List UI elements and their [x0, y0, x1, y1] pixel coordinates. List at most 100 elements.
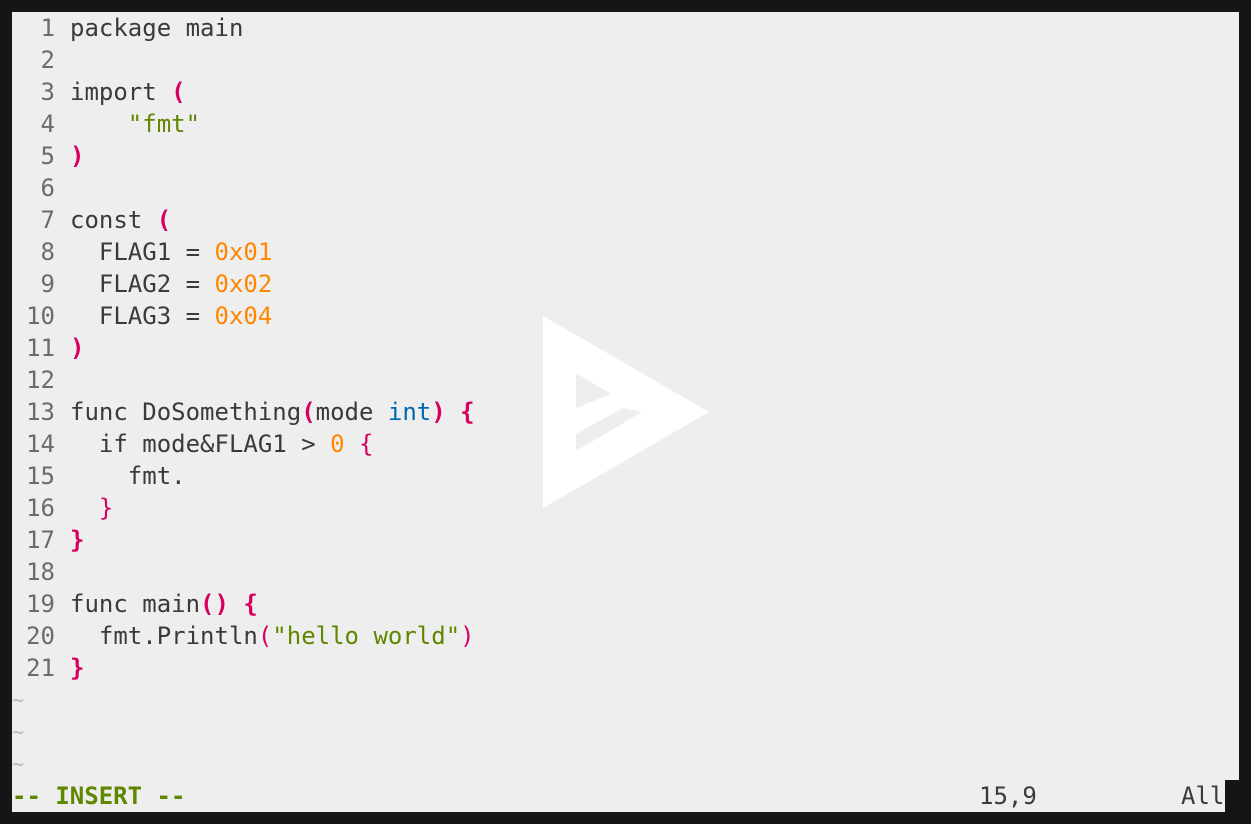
code-token: func main: [70, 590, 201, 618]
line-number: 10: [26, 302, 55, 330]
code-token: (: [257, 622, 273, 650]
code-line[interactable]: 3 import (: [12, 76, 1239, 108]
line-code[interactable]: const (: [70, 206, 171, 234]
code-line[interactable]: 20 fmt.Println("hello world"): [12, 620, 1239, 652]
code-line[interactable]: 9 FLAG2 = 0x02: [12, 268, 1239, 300]
line-code[interactable]: FLAG1 = 0x01: [70, 238, 272, 266]
line-code[interactable]: package main: [70, 14, 243, 42]
code-token: (): [200, 590, 229, 618]
line-number: 21: [26, 654, 55, 682]
line-number: 9: [40, 270, 55, 298]
line-code[interactable]: FLAG3 = 0x04: [70, 302, 272, 330]
line-number: 5: [40, 142, 55, 170]
line-number: 16: [26, 494, 55, 522]
code-line[interactable]: 18: [12, 556, 1239, 588]
code-token: fmt.: [70, 462, 186, 490]
line-number: 17: [26, 526, 55, 554]
line-number: 11: [26, 334, 55, 362]
code-line[interactable]: 5): [12, 140, 1239, 172]
code-line[interactable]: 8 FLAG1 = 0x01: [12, 236, 1239, 268]
line-code[interactable]: }: [70, 526, 84, 554]
code-token: FLAG2 =: [70, 270, 215, 298]
line-number: 4: [40, 110, 55, 138]
cursor-position: 15,9: [979, 782, 1037, 810]
line-code[interactable]: FLAG2 = 0x02: [70, 270, 272, 298]
line-code[interactable]: ): [70, 334, 84, 362]
line-number: 1: [40, 14, 55, 42]
code-token: ): [70, 334, 85, 362]
code-line[interactable]: 7 const (: [12, 204, 1239, 236]
status-line: -- INSERT -- 15,9 All: [12, 780, 1239, 812]
code-line[interactable]: 21}: [12, 652, 1239, 684]
terminal-cursor: [1225, 780, 1239, 812]
line-number: 6: [40, 174, 55, 202]
line-code[interactable]: import (: [70, 78, 186, 106]
code-line[interactable]: 19 func main() {: [12, 588, 1239, 620]
code-token: 0x01: [214, 238, 273, 266]
line-number: 8: [40, 238, 55, 266]
code-token: (: [171, 78, 186, 106]
code-token: import: [70, 78, 172, 106]
code-token: "fmt": [127, 110, 201, 138]
line-code[interactable]: func DoSomething(mode int) {: [70, 398, 475, 426]
code-token: {: [460, 398, 475, 426]
code-token: if mode&FLAG1 >: [70, 430, 331, 458]
terminal-window: 1 package main 2 3 import (4 "fmt" 5) 6 7 const …: [12, 12, 1239, 812]
code-token: (: [156, 206, 172, 234]
code-token: }: [70, 654, 85, 682]
line-number: 13: [26, 398, 55, 426]
code-line[interactable]: 1 package main: [12, 12, 1239, 44]
code-token: 0x02: [214, 270, 273, 298]
line-number: 20: [26, 622, 55, 650]
code-token: func DoSomething: [70, 398, 302, 426]
line-code[interactable]: }: [70, 654, 84, 682]
line-code[interactable]: func main() {: [70, 590, 258, 618]
code-token: ): [70, 142, 85, 170]
line-code[interactable]: if mode&FLAG1 > 0 {: [70, 430, 374, 458]
line-number: 19: [26, 590, 55, 618]
code-token: fmt.Println: [70, 622, 258, 650]
line-code[interactable]: "fmt": [70, 110, 200, 138]
code-token: {: [359, 430, 374, 458]
line-number: 3: [40, 78, 55, 106]
line-number: 7: [40, 206, 55, 234]
line-code[interactable]: fmt.Println("hello world"): [70, 622, 475, 650]
code-token: (: [301, 398, 316, 426]
empty-buffer-line: ~: [12, 752, 25, 776]
code-token: FLAG1 =: [70, 238, 215, 266]
code-token: }: [70, 526, 85, 554]
mode-indicator: -- INSERT --: [12, 782, 186, 810]
code-token: FLAG3 =: [70, 302, 215, 330]
line-number: 2: [40, 46, 55, 74]
code-line[interactable]: 17}: [12, 524, 1239, 556]
scroll-position: All: [1181, 782, 1225, 810]
code-token: "hello world": [272, 622, 461, 650]
empty-buffer-line: ~: [12, 688, 25, 712]
line-code[interactable]: ): [70, 142, 84, 170]
line-code[interactable]: fmt.: [70, 462, 186, 490]
line-number: 18: [26, 558, 55, 586]
code-line[interactable]: 6: [12, 172, 1239, 204]
play-logo-icon: [543, 316, 709, 508]
code-token: ): [460, 622, 475, 650]
code-token: 0: [330, 430, 345, 458]
line-number: 15: [26, 462, 55, 490]
line-number: 14: [26, 430, 55, 458]
code-line[interactable]: 2: [12, 44, 1239, 76]
code-token: 0x04: [214, 302, 273, 330]
empty-buffer-line: ~: [12, 720, 25, 744]
code-line[interactable]: 4 "fmt": [12, 108, 1239, 140]
line-number: 12: [26, 366, 55, 394]
code-token: int: [387, 398, 432, 426]
code-token: package main: [70, 14, 244, 42]
code-token: }: [98, 494, 114, 522]
code-token: ): [431, 398, 446, 426]
line-code[interactable]: }: [70, 494, 113, 522]
code-token: const: [70, 206, 157, 234]
code-token: mode: [315, 398, 388, 426]
